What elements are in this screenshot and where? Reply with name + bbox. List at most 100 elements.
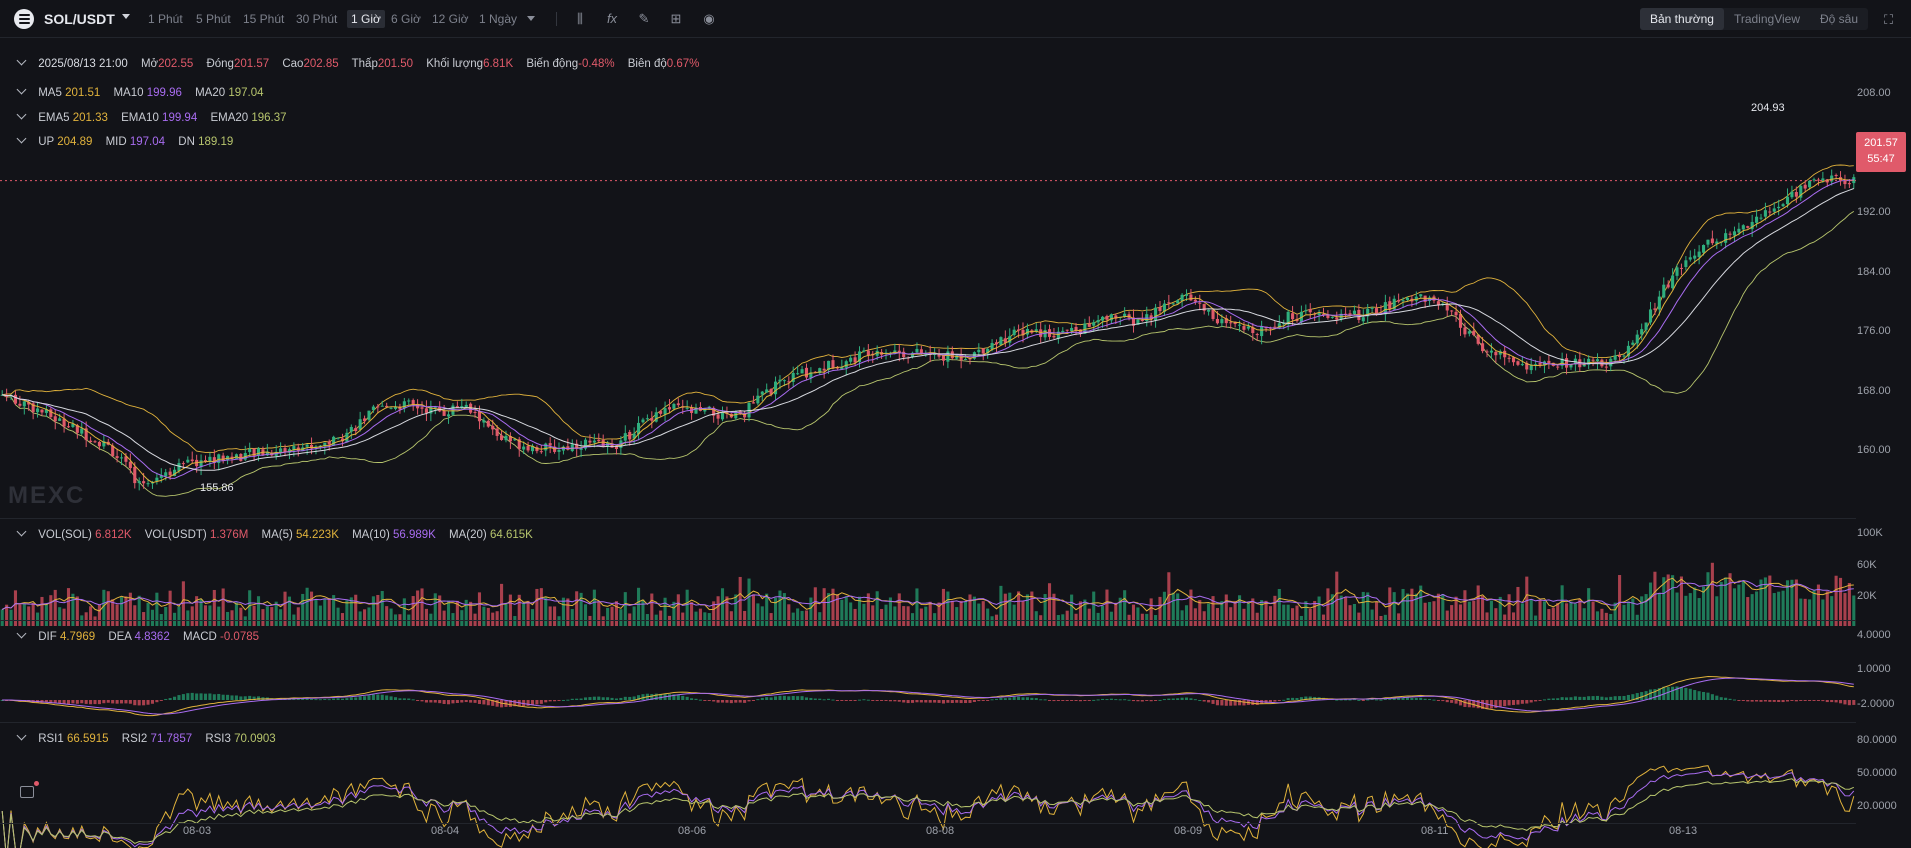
macd-histogram-bar — [1772, 700, 1776, 702]
macd-histogram-bar — [181, 694, 185, 700]
interval-1h[interactable]: 1 Giờ — [347, 10, 385, 28]
macd-histogram-bar — [1140, 700, 1144, 702]
volume-bar — [1008, 592, 1012, 626]
interval-1d[interactable]: 1 Ngày — [479, 12, 517, 26]
collapse-chevron-icon[interactable] — [16, 84, 27, 95]
candle-body — [1065, 329, 1069, 331]
interval-15m[interactable]: 15 Phút — [243, 12, 284, 26]
candle-body — [1246, 326, 1250, 329]
volume-bar — [1273, 595, 1277, 626]
macd-histogram-bar — [1821, 700, 1825, 702]
macd-histogram-bar — [818, 698, 822, 700]
macd-histogram-bar — [866, 699, 870, 701]
candle-body — [645, 418, 649, 420]
candle-body — [1158, 306, 1162, 312]
interval-more-chevron-icon[interactable] — [527, 16, 535, 21]
candlestick-icon[interactable]: ⫼ — [572, 11, 588, 27]
candle-body — [1388, 301, 1392, 309]
macd-histogram-bar — [1423, 698, 1427, 700]
volume-bar — [570, 609, 574, 626]
indicator-fx-icon[interactable]: fx — [604, 11, 620, 27]
macd-histogram-bar — [1794, 700, 1798, 702]
layout-grid-icon[interactable]: ⊞ — [668, 11, 684, 27]
volume-bar — [844, 596, 848, 626]
view-basic-button[interactable]: Bản thường — [1640, 8, 1724, 30]
candle-body — [5, 395, 9, 397]
candle-body — [486, 420, 490, 427]
volume-bar — [486, 607, 490, 626]
volume-bar — [1012, 604, 1016, 626]
volume-bar — [672, 601, 676, 626]
volume-bar — [760, 606, 764, 626]
macd-histogram-bar — [1432, 699, 1436, 701]
interval-5m[interactable]: 5 Phút — [196, 12, 231, 26]
macd-histogram-bar — [707, 700, 711, 701]
chart-canvas[interactable] — [0, 38, 1856, 848]
interval-6h[interactable]: 6 Giờ — [391, 12, 421, 26]
candle-body — [1215, 318, 1219, 324]
macd-histogram-bar — [164, 698, 168, 700]
chart-settings-icon[interactable] — [20, 786, 34, 798]
interval-12h[interactable]: 12 Giờ — [432, 12, 469, 26]
collapse-chevron-icon[interactable] — [16, 526, 27, 537]
candle-body — [1167, 302, 1171, 304]
macd-histogram-bar — [1074, 700, 1078, 701]
volume-bar — [548, 606, 552, 626]
candle-body — [473, 411, 477, 413]
volume-bar — [1344, 597, 1348, 626]
camera-icon[interactable]: ◉ — [701, 11, 717, 27]
candle-body — [1737, 228, 1741, 233]
volume-bar — [1374, 601, 1379, 626]
interval-1m[interactable]: 1 Phút — [148, 12, 183, 26]
view-tradingview-button[interactable]: TradingView — [1724, 8, 1810, 30]
last-price-tag: 201.57 55:47 — [1856, 132, 1906, 172]
view-depth-button[interactable]: Độ sâu — [1810, 8, 1868, 30]
volume-bar — [747, 578, 751, 626]
collapse-chevron-icon[interactable] — [16, 628, 27, 639]
symbol-selector[interactable]: SOL/USDT — [44, 11, 115, 27]
candle-body — [1458, 314, 1463, 328]
volume-bar — [1348, 605, 1352, 626]
rsi3-line — [1, 778, 1854, 848]
candle-body — [796, 373, 800, 375]
candle-body — [1565, 358, 1569, 368]
rsi-axis-tick: 80.0000 — [1857, 734, 1897, 746]
pencil-draw-icon[interactable]: ✎ — [636, 11, 652, 27]
candle-body — [1405, 297, 1410, 301]
candle-body — [1794, 192, 1798, 197]
macd-histogram-bar — [720, 700, 725, 703]
candle-body — [1741, 225, 1745, 230]
volume-bar — [230, 610, 234, 626]
macd-histogram-bar — [1441, 700, 1445, 702]
volume-bar — [1423, 602, 1427, 626]
macd-histogram-bar — [402, 698, 406, 700]
volume-bar — [1458, 604, 1463, 626]
candle-body — [1706, 239, 1710, 245]
collapse-chevron-icon[interactable] — [16, 730, 27, 741]
macd-histogram-bar — [1732, 699, 1737, 701]
volume-bar — [614, 601, 619, 626]
interval-30m[interactable]: 30 Phút — [296, 12, 337, 26]
volume-bar — [756, 603, 760, 626]
volume-bar — [1432, 601, 1436, 626]
volume-bar — [964, 601, 968, 626]
collapse-chevron-icon[interactable] — [16, 133, 27, 144]
macd-histogram-bar — [840, 700, 844, 701]
macd-histogram-bar — [159, 700, 163, 701]
macd-histogram-bar — [561, 699, 565, 701]
macd-histogram-bar — [1025, 697, 1029, 700]
collapse-chevron-icon[interactable] — [16, 55, 27, 66]
candle-body — [667, 407, 672, 410]
chevron-down-icon[interactable] — [122, 14, 130, 19]
candle-body — [1843, 180, 1847, 185]
macd-histogram-bar — [1445, 700, 1449, 703]
volume-bar — [62, 608, 66, 626]
volume-bar — [698, 608, 702, 626]
macd-histogram-bar — [884, 700, 888, 702]
collapse-chevron-icon[interactable] — [16, 109, 27, 120]
time-axis-tick: 08-08 — [926, 825, 955, 837]
fullscreen-icon[interactable]: ⛶ — [1884, 12, 1893, 28]
candle-body — [964, 358, 968, 360]
candle-body — [1260, 326, 1264, 337]
macd-histogram-bar — [685, 696, 689, 700]
